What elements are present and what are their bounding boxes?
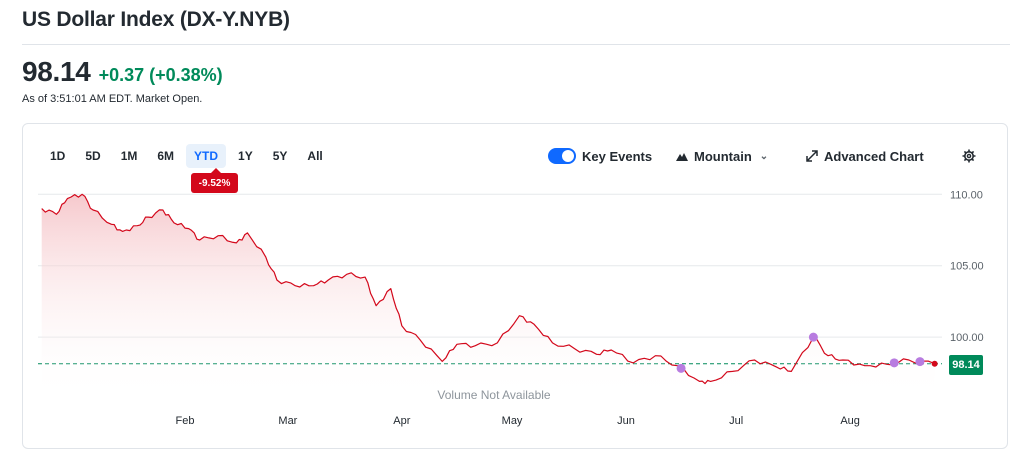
x-tick-label: May (502, 415, 523, 427)
x-tick-label: Feb (176, 415, 195, 427)
y-tick-label: 110.00 (950, 189, 983, 201)
key-event-marker[interactable] (808, 332, 818, 342)
last-price-dot (931, 360, 938, 367)
y-tick-label: 105.00 (950, 261, 984, 273)
x-tick-label: Jun (617, 415, 635, 427)
key-event-marker[interactable] (676, 363, 686, 373)
x-tick-label: Mar (278, 415, 297, 427)
key-event-marker[interactable] (915, 357, 925, 367)
x-tick-label: Aug (840, 415, 860, 427)
x-tick-label: Apr (393, 415, 410, 427)
volume-label: Volume Not Available (437, 388, 551, 402)
y-tick-label: 100.00 (950, 332, 984, 344)
price-chart[interactable]: 110.00 105.00 100.00 Feb Mar Apr May Jun Jul Aug V… (0, 0, 1024, 462)
price-area (41, 194, 935, 400)
key-event-marker[interactable] (889, 358, 899, 368)
x-tick-label: Jul (729, 415, 743, 427)
last-price-tag: 98.14 (949, 355, 983, 375)
